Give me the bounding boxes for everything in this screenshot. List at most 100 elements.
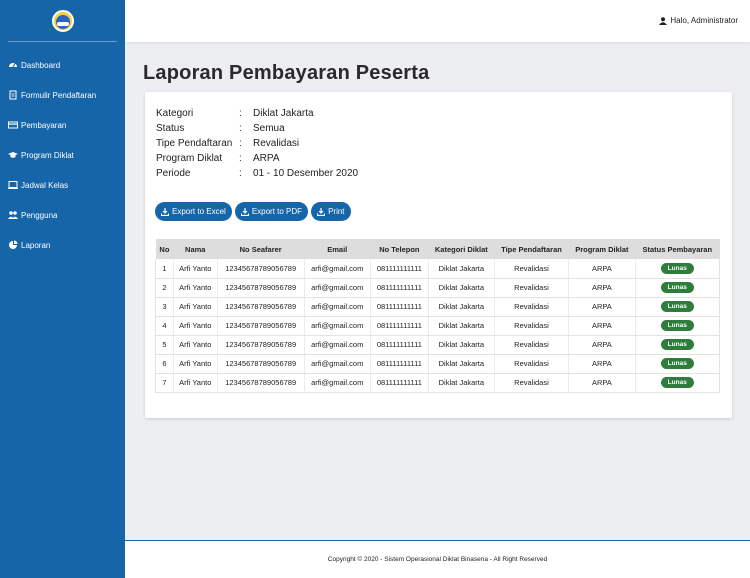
- status-badge: Lunas: [660, 301, 694, 312]
- sidebar-item-pengguna[interactable]: Pengguna: [0, 200, 125, 230]
- table-row: 4 Arfi Yanto 12345678789056789 arfi@gmail.c…: [155, 316, 721, 336]
- table-cell: Arfi Yanto: [172, 373, 218, 393]
- sidebar-item-label: Laporan: [21, 240, 51, 250]
- table-cell: 12345678789056789: [216, 297, 305, 317]
- table-cell: Lunas: [634, 316, 721, 336]
- download-icon: [161, 207, 169, 216]
- table-row: 2 Arfi Yanto 12345678789056789 arfi@gmail.c…: [155, 278, 721, 298]
- column-header: Email: [327, 244, 348, 254]
- info-key: Program Diklat: [156, 153, 223, 164]
- user-greeting: Halo, Administrator: [670, 16, 738, 25]
- table-cell: ARPA: [568, 278, 636, 298]
- sidebar-item-label: Formulir Pendaftaran: [21, 90, 97, 100]
- column-header: No Seafarer: [239, 244, 282, 254]
- table-cell: Diklat Jakarta: [427, 316, 495, 336]
- column-header: Program Diklat: [575, 244, 629, 254]
- table-cell: Diklat Jakarta: [427, 354, 495, 374]
- info-value: 01 - 10 Desember 2020: [253, 168, 359, 179]
- table-cell: 7: [155, 373, 174, 393]
- info-key: Status: [156, 123, 185, 134]
- status-badge: Lunas: [660, 320, 694, 331]
- table-body: 1 Arfi Yanto 12345678789056789 arfi@gmail.c…: [155, 259, 721, 393]
- payment-report-table: No Nama No Seafarer Email No Telepon Kategori…: [155, 239, 721, 393]
- sidebar-nav: Dashboard Formulir Pendaftaran Pembayara…: [0, 50, 125, 260]
- table-cell: 2: [155, 278, 174, 298]
- table-cell: ARPA: [568, 335, 636, 355]
- sidebar-item-program-diklat[interactable]: Program Diklat: [0, 140, 125, 170]
- button-label: Export to PDF: [251, 207, 303, 216]
- table-cell: arfi@gmail.com: [303, 297, 371, 317]
- info-row-kategori: Kategori: Diklat Jakarta: [156, 106, 358, 121]
- column-header: Kategori Diklat: [434, 244, 488, 254]
- sidebar-item-label: Pengguna: [21, 210, 58, 220]
- sidebar-item-pembayaran[interactable]: Pembayaran: [0, 110, 125, 140]
- column-header: Tipe Pendaftaran: [501, 244, 562, 254]
- table-cell: 081111111111: [369, 278, 429, 298]
- table-cell: Arfi Yanto: [172, 335, 218, 355]
- status-badge: Lunas: [660, 358, 694, 369]
- sidebar-item-label: Program Diklat: [21, 150, 74, 160]
- calendar-icon: [8, 180, 18, 190]
- table-cell: 12345678789056789: [216, 316, 305, 336]
- pie-chart-icon: [8, 240, 18, 250]
- table-cell: 081111111111: [369, 335, 429, 355]
- table-cell: arfi@gmail.com: [303, 373, 371, 393]
- info-separator: :: [239, 123, 242, 134]
- table-cell: Lunas: [634, 335, 721, 355]
- print-button[interactable]: Print: [311, 202, 351, 221]
- sidebar-item-label: Jadwal Kelas: [21, 180, 69, 190]
- table-cell: Revalidasi: [493, 297, 569, 317]
- user-menu[interactable]: Halo, Administrator: [659, 16, 738, 25]
- table-cell: 6: [155, 354, 174, 374]
- table-header-row: No Nama No Seafarer Email No Telepon Kategori…: [155, 239, 720, 259]
- info-row-tipe-pendaftaran: Tipe Pendaftaran: Revalidasi: [156, 136, 358, 151]
- sidebar-item-laporan[interactable]: Laporan: [0, 230, 125, 260]
- export-pdf-button[interactable]: Export to PDF: [234, 202, 309, 221]
- logo[interactable]: [51, 9, 74, 32]
- table-cell: Diklat Jakarta: [427, 335, 495, 355]
- table-cell: 1: [155, 259, 174, 279]
- table-cell: ARPA: [568, 373, 636, 393]
- export-buttons: Export to Excel Export to PDF Print: [155, 202, 354, 221]
- status-badge: Lunas: [660, 262, 694, 274]
- table-cell: Lunas: [634, 354, 721, 374]
- column-header: Status Pembayaran: [642, 244, 713, 254]
- table-cell: Revalidasi: [493, 259, 569, 279]
- graduation-cap-icon: [8, 150, 18, 160]
- download-icon: [317, 207, 326, 216]
- sidebar-item-label: Dashboard: [21, 60, 61, 70]
- export-excel-button[interactable]: Export to Excel: [155, 202, 232, 221]
- info-value: Diklat Jakarta: [253, 108, 314, 119]
- sidebar-item-dashboard[interactable]: Dashboard: [0, 50, 125, 80]
- table-cell: ARPA: [568, 297, 636, 317]
- table-cell: 081111111111: [369, 316, 429, 336]
- table-row: 1 Arfi Yanto 12345678789056789 arfi@gmail.c…: [155, 259, 721, 279]
- info-separator: :: [239, 138, 242, 149]
- table-cell: 081111111111: [369, 354, 429, 374]
- info-separator: :: [239, 108, 242, 119]
- sidebar-item-jadwal-kelas[interactable]: Jadwal Kelas: [0, 170, 125, 200]
- table-cell: Arfi Yanto: [172, 259, 218, 279]
- info-key: Periode: [156, 168, 191, 179]
- report-card: Kategori: Diklat Jakarta Status: Semua Tip…: [145, 92, 732, 418]
- sidebar: Dashboard Formulir Pendaftaran Pembayara…: [0, 0, 125, 578]
- table-row: 3 Arfi Yanto 12345678789056789 arfi@gmail.c…: [155, 297, 721, 317]
- dashboard-icon: [8, 60, 18, 70]
- info-row-status: Status: Semua: [156, 121, 358, 136]
- table-cell: 4: [155, 316, 174, 336]
- table-row: 7 Arfi Yanto 12345678789056789 arfi@gmail.c…: [155, 373, 721, 393]
- table-cell: Arfi Yanto: [172, 278, 218, 298]
- document-icon: [8, 90, 18, 100]
- credit-card-icon: [8, 120, 18, 130]
- table-cell: arfi@gmail.com: [303, 316, 371, 336]
- table-cell: Arfi Yanto: [172, 354, 218, 374]
- table-cell: Lunas: [634, 373, 721, 393]
- info-row-program-diklat: Program Diklat: ARPA: [156, 151, 358, 166]
- table-row: 5 Arfi Yanto 12345678789056789 arfi@gmail.c…: [155, 335, 721, 355]
- sidebar-item-formulir-pendaftaran[interactable]: Formulir Pendaftaran: [0, 80, 125, 110]
- info-value: Revalidasi: [253, 138, 300, 149]
- info-separator: :: [239, 168, 242, 179]
- table-cell: Arfi Yanto: [172, 316, 218, 336]
- table-cell: ARPA: [568, 259, 636, 279]
- button-label: Print: [328, 207, 345, 216]
